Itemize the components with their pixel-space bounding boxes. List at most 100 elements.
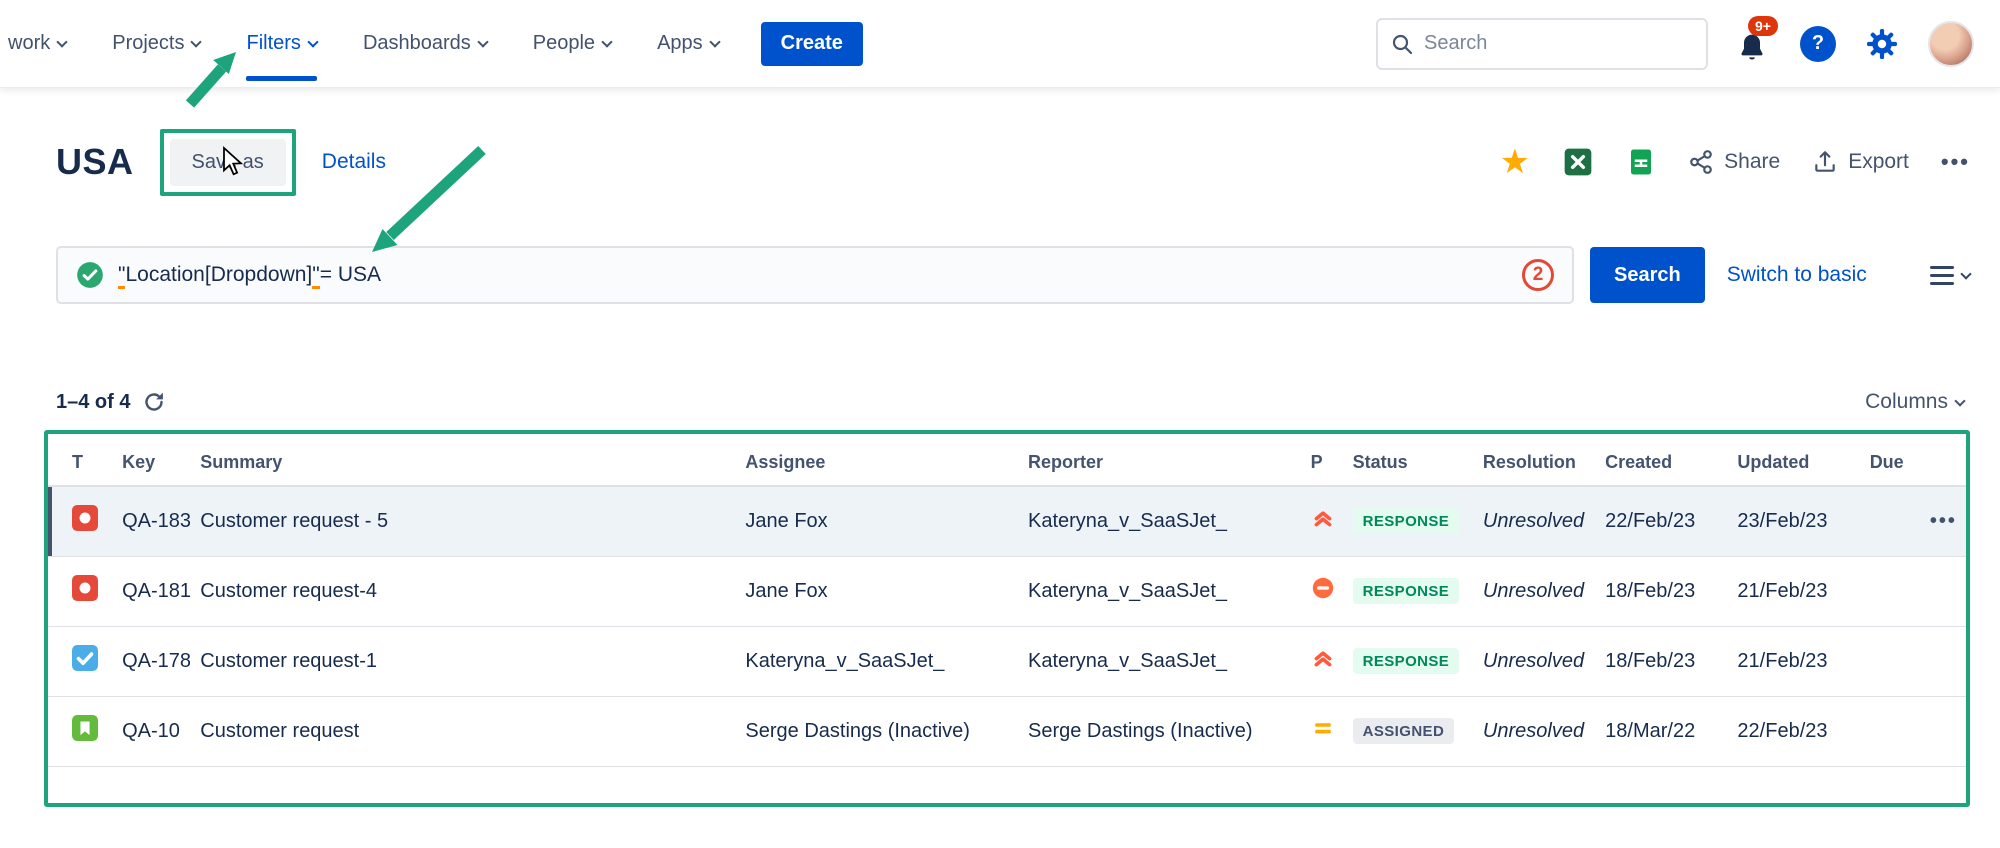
issue-reporter: Kateryna_v_SaaSJet_ [1018, 556, 1301, 626]
jql-input[interactable]: "Location[Dropdown]"= USA 2 [56, 246, 1574, 304]
table-row[interactable]: QA-178 Customer request-1 Kateryna_v_Saa… [48, 626, 1966, 696]
issue-updated: 21/Feb/23 [1727, 556, 1859, 626]
priority-highest-icon [1311, 506, 1335, 530]
issue-created: 18/Feb/23 [1595, 626, 1727, 696]
story-icon [72, 715, 98, 741]
column-header-created[interactable]: Created [1595, 434, 1727, 486]
nav-item-projects[interactable]: Projects [112, 0, 200, 87]
column-header-summary[interactable]: Summary [190, 434, 735, 486]
status-badge: RESPONSE [1353, 648, 1460, 674]
status-badge: ASSIGNED [1353, 718, 1455, 744]
nav-utilities: 9+ ? [1376, 18, 1974, 70]
global-search-input[interactable] [1424, 32, 1694, 55]
issue-due [1860, 626, 1920, 696]
chevron-down-icon [57, 36, 68, 47]
nav-item-dashboards[interactable]: Dashboards [363, 0, 487, 87]
jql-query-text: "Location[Dropdown]"= USA [118, 263, 1522, 287]
annotation-box-save-as: Save as [160, 129, 296, 196]
switch-to-basic-link[interactable]: Switch to basic [1727, 263, 1867, 287]
issue-due [1860, 556, 1920, 626]
jira-filter-page: work Projects Filters Dashboards People … [0, 0, 2000, 848]
favorite-star-icon[interactable]: ★ [1500, 145, 1530, 179]
issue-key[interactable]: QA-183 [112, 486, 190, 556]
detail-view-toggle[interactable] [1930, 266, 1970, 285]
refresh-button[interactable] [142, 390, 166, 414]
priority-highest-icon [1311, 646, 1335, 670]
annotation-box-issue-table: T Key Summary Assignee Reporter P Status… [44, 430, 1970, 807]
column-header-updated[interactable]: Updated [1727, 434, 1859, 486]
column-header-actions [1920, 434, 1966, 486]
issue-key[interactable]: QA-178 [112, 626, 190, 696]
column-header-assignee[interactable]: Assignee [735, 434, 1018, 486]
column-header-key[interactable]: Key [112, 434, 190, 486]
settings-gear-icon[interactable] [1864, 26, 1900, 62]
issue-summary[interactable]: Customer request - 5 [190, 486, 735, 556]
issue-summary[interactable]: Customer request [190, 696, 735, 766]
google-sheets-icon[interactable] [1626, 146, 1656, 178]
bug-icon [72, 505, 98, 531]
nav-item-work[interactable]: work [8, 0, 66, 87]
column-header-status[interactable]: Status [1343, 434, 1473, 486]
error-count-badge[interactable]: 2 [1522, 259, 1554, 291]
issue-reporter: Kateryna_v_SaaSJet_ [1018, 486, 1301, 556]
create-button[interactable]: Create [761, 22, 863, 66]
details-link[interactable]: Details [322, 150, 386, 174]
chevron-down-icon [601, 36, 612, 47]
valid-check-icon [76, 261, 104, 289]
share-button[interactable]: Share [1688, 149, 1780, 175]
nav-item-apps[interactable]: Apps [657, 0, 719, 87]
chevron-down-icon [191, 36, 202, 47]
column-header-due[interactable]: Due [1860, 434, 1920, 486]
more-actions-button[interactable]: ••• [1941, 149, 1970, 175]
row-actions-button[interactable]: ••• [1930, 510, 1957, 532]
column-header-resolution[interactable]: Resolution [1473, 434, 1595, 486]
table-row[interactable]: QA-183 Customer request - 5 Jane Fox Kat… [48, 486, 1966, 556]
export-button[interactable]: Export [1812, 149, 1909, 175]
chevron-down-icon [477, 36, 488, 47]
issue-created: 22/Feb/23 [1595, 486, 1727, 556]
issue-created: 18/Mar/22 [1595, 696, 1727, 766]
search-icon [1390, 32, 1414, 56]
help-button[interactable]: ? [1800, 26, 1836, 62]
issue-reporter: Kateryna_v_SaaSJet_ [1018, 626, 1301, 696]
share-icon [1688, 149, 1714, 175]
issue-summary[interactable]: Customer request-1 [190, 626, 735, 696]
list-view-icon [1930, 266, 1954, 285]
chevron-down-icon [1954, 395, 1965, 406]
status-badge: RESPONSE [1353, 578, 1460, 604]
column-header-priority[interactable]: P [1301, 434, 1343, 486]
nav-item-filters[interactable]: Filters [246, 0, 316, 87]
issue-key[interactable]: QA-181 [112, 556, 190, 626]
issue-key[interactable]: QA-10 [112, 696, 190, 766]
priority-blocked-icon [1311, 576, 1335, 600]
status-badge: RESPONSE [1353, 508, 1460, 534]
nav-item-people[interactable]: People [533, 0, 611, 87]
issue-assignee: Kateryna_v_SaaSJet_ [735, 626, 1018, 696]
column-header-reporter[interactable]: Reporter [1018, 434, 1301, 486]
column-header-type[interactable]: T [48, 434, 112, 486]
user-avatar[interactable] [1928, 21, 1974, 67]
notifications-button[interactable]: 9+ [1736, 24, 1772, 64]
global-search[interactable] [1376, 18, 1708, 70]
issue-due [1860, 696, 1920, 766]
excel-export-icon[interactable] [1562, 146, 1594, 178]
issue-summary[interactable]: Customer request-4 [190, 556, 735, 626]
issue-due [1860, 486, 1920, 556]
table-row[interactable]: QA-10 Customer request Serge Dastings (I… [48, 696, 1966, 766]
question-mark-icon: ? [1812, 32, 1824, 55]
bug-icon [72, 575, 98, 601]
columns-dropdown[interactable]: Columns [1865, 390, 1964, 414]
refresh-icon [142, 390, 166, 414]
issue-assignee: Jane Fox [735, 556, 1018, 626]
search-button[interactable]: Search [1590, 247, 1705, 303]
bell-icon [1736, 32, 1768, 64]
table-row[interactable]: QA-181 Customer request-4 Jane Fox Kater… [48, 556, 1966, 626]
issue-resolution: Unresolved [1473, 626, 1595, 696]
save-as-button[interactable]: Save as [170, 139, 286, 186]
issue-resolution: Unresolved [1473, 486, 1595, 556]
issue-reporter: Serge Dastings (Inactive) [1018, 696, 1301, 766]
chevron-down-icon [307, 36, 318, 47]
chevron-down-icon [709, 36, 720, 47]
issue-table: T Key Summary Assignee Reporter P Status… [48, 434, 1966, 767]
filter-actions: ★ Share [1500, 145, 1970, 179]
